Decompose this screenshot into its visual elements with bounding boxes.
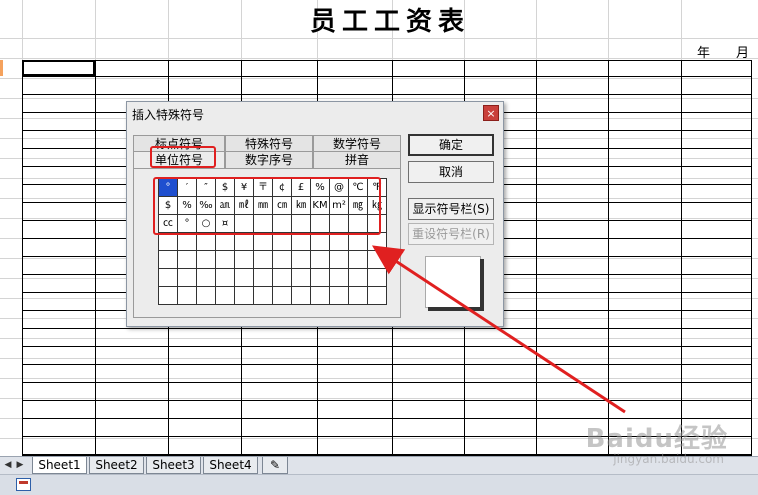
watermark-url: jingyan.baidu.com [613, 452, 724, 466]
baidu-watermark: Baidu经验 jingyan.baidu.com [585, 418, 728, 466]
watermark-logo: Baidu经验 [585, 424, 728, 454]
